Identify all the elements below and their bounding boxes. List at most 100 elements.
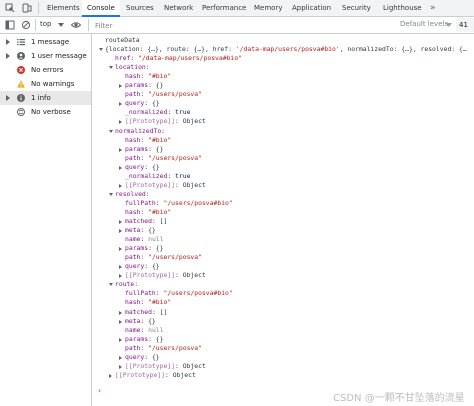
console-output: › routeData {location: {…}, route: {…}, h…: [92, 34, 474, 406]
console-line: path: "/users/posva": [125, 344, 202, 353]
console-line[interactable]: query: {}: [119, 262, 160, 271]
console-token: [[Prototype]]: [115, 370, 166, 379]
tab-console[interactable]: Console: [82, 0, 120, 17]
console-line: path: "/users/posva": [125, 154, 202, 163]
console-line[interactable]: params: {}: [119, 335, 163, 344]
console-line: hash: "#bio": [125, 72, 171, 81]
console-token: [[Prototype]]: [125, 271, 176, 280]
chevron-down-icon[interactable]: [446, 23, 452, 27]
console-line[interactable]: [[Prototype]]: Object: [119, 180, 206, 190]
console-token: route: [115, 280, 135, 289]
tab-elements[interactable]: Elements: [41, 0, 82, 16]
collapse-triangle-icon[interactable]: [109, 192, 113, 196]
expand-triangle-icon[interactable]: [119, 265, 122, 270]
console-line: fullPath: "/users/posva#bio": [125, 289, 233, 298]
console-line[interactable]: [[Prototype]]: Object: [119, 361, 206, 371]
tab-security[interactable]: Security: [336, 0, 378, 16]
console-token: "/users/posva#bio": [163, 289, 233, 298]
expand-triangle-icon[interactable]: [109, 373, 112, 378]
console-line[interactable]: matched: []: [119, 217, 167, 226]
tab-application[interactable]: Application: [286, 0, 336, 16]
sidebar-item-verbose[interactable]: No verbose: [0, 105, 91, 119]
console-token: : Object: [175, 361, 206, 370]
console-token: "/users/posva": [148, 343, 202, 352]
console-line[interactable]: query: {}: [119, 99, 160, 108]
sidebar-item-user-messages[interactable]: 1 user message: [0, 49, 91, 63]
expand-triangle-icon[interactable]: [119, 147, 122, 152]
console-prompt[interactable]: ›: [97, 386, 102, 395]
console-token: :: [167, 108, 176, 117]
collapse-triangle-icon[interactable]: [109, 283, 113, 287]
expand-triangle-icon[interactable]: [119, 220, 122, 224]
chevron-down-icon[interactable]: [58, 23, 64, 27]
tab-network[interactable]: Network: [158, 0, 196, 16]
expand-arrow-icon[interactable]: [6, 39, 10, 45]
console-line[interactable]: params: {}: [119, 244, 164, 253]
filter-input[interactable]: [93, 18, 385, 34]
expand-triangle-icon[interactable]: [119, 319, 122, 324]
expand-arrow-icon[interactable]: [6, 95, 10, 101]
console-line[interactable]: params: {}: [119, 81, 163, 90]
expand-triangle-icon[interactable]: [119, 165, 122, 170]
log-levels-dropdown[interactable]: Default levels: [400, 20, 448, 28]
inspect-element-icon[interactable]: [5, 3, 15, 13]
warning-icon: [17, 80, 25, 88]
console-line[interactable]: route:: [109, 280, 138, 289]
console-line[interactable]: params: {}: [119, 145, 163, 154]
sidebar-item-warnings[interactable]: No warnings: [0, 77, 91, 91]
sidebar-item-info[interactable]: 1 info: [0, 91, 91, 105]
console-line[interactable]: matched: []: [119, 308, 167, 317]
console-line[interactable]: resolved:: [109, 190, 150, 199]
sidebar-toggle-icon[interactable]: [5, 20, 15, 30]
tab-performance[interactable]: Performance: [196, 0, 248, 16]
console-line[interactable]: [[Prototype]]: Object: [119, 117, 206, 126]
console-token: : Object: [175, 180, 206, 189]
expand-triangle-icon[interactable]: [119, 247, 122, 252]
console-token: fullPath: [125, 198, 156, 207]
console-token: meta: [125, 226, 141, 235]
more-tabs-icon[interactable]: »: [430, 0, 436, 16]
expand-triangle-icon[interactable]: [119, 102, 122, 107]
expand-triangle-icon[interactable]: [119, 364, 122, 369]
console-token: href: [115, 54, 131, 63]
sidebar-item-messages[interactable]: 1 message: [0, 35, 91, 49]
issues-counter[interactable]: 41: [456, 18, 474, 32]
console-token: routeData: [105, 36, 140, 44]
tab-lighthouse[interactable]: Lighthouse: [378, 0, 426, 16]
expand-arrow-icon[interactable]: [6, 53, 10, 59]
console-line[interactable]: query: {}: [119, 163, 160, 172]
collapse-triangle-icon[interactable]: [99, 48, 103, 52]
tab-memory[interactable]: Memory: [248, 0, 286, 16]
console-token: : {}: [144, 262, 160, 271]
expand-triangle-icon[interactable]: [119, 120, 122, 125]
live-expression-eye-icon[interactable]: [71, 20, 81, 30]
console-line[interactable]: meta: {}: [119, 317, 156, 326]
console-line[interactable]: [[Prototype]]: Object: [119, 271, 206, 280]
console-line[interactable]: {location: {…}, route: {…}, href: '/data…: [99, 45, 467, 54]
console-token: true: [175, 171, 191, 180]
expand-triangle-icon[interactable]: [119, 183, 122, 188]
console-line: path: "/users/posva": [125, 90, 202, 99]
context-selector[interactable]: top: [40, 20, 51, 28]
sidebar-item-errors[interactable]: No errors: [0, 63, 91, 77]
collapse-triangle-icon[interactable]: [109, 66, 113, 70]
expand-triangle-icon[interactable]: [119, 229, 122, 234]
expand-triangle-icon[interactable]: [119, 274, 122, 279]
tab-sources[interactable]: Sources: [120, 0, 158, 16]
collapse-triangle-icon[interactable]: [109, 129, 113, 133]
expand-triangle-icon[interactable]: [119, 337, 122, 342]
console-token: :: [140, 207, 149, 216]
console-line[interactable]: [[Prototype]]: Object: [109, 370, 196, 380]
expand-triangle-icon[interactable]: [119, 310, 122, 315]
console-line[interactable]: location:: [109, 63, 150, 72]
expand-triangle-icon[interactable]: [119, 355, 122, 360]
console-line[interactable]: normalizedTo:: [109, 127, 165, 136]
watermark: CSDN @一颗不甘坠落的流星: [333, 393, 465, 404]
expand-triangle-icon[interactable]: [119, 84, 122, 89]
clear-console-icon[interactable]: [21, 20, 31, 30]
device-toolbar-icon[interactable]: [22, 3, 32, 13]
console-line[interactable]: query: {}: [119, 353, 160, 362]
console-token: : {}: [148, 244, 164, 253]
console-token: : {}: [144, 99, 160, 108]
console-line[interactable]: meta: {}: [119, 226, 156, 235]
